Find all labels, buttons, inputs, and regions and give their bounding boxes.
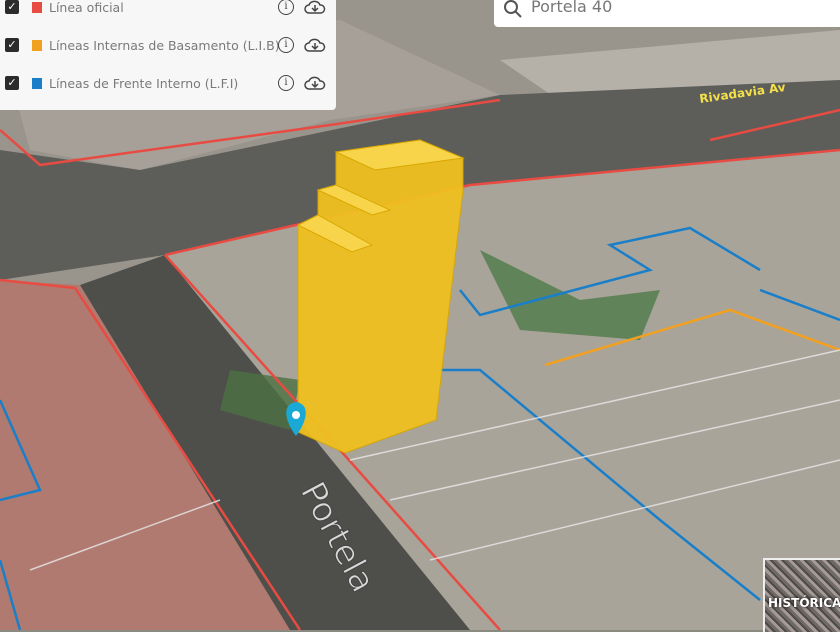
cloud-download-icon[interactable] [304,0,326,15]
layer-row-lib: ✓ Líneas Internas de Basamento (L.I.B) i [0,33,336,57]
layer-color-swatch [32,1,42,13]
info-icon[interactable]: i [278,0,294,15]
layer-checkbox[interactable]: ✓ [5,0,19,14]
search-bar [494,0,840,27]
layer-label: Línea oficial [49,0,124,15]
layer-color-swatch [32,39,42,51]
layer-row-lfi: ✓ Líneas de Frente Interno (L.F.I) i [0,71,336,95]
search-input[interactable] [529,0,823,17]
cloud-download-icon[interactable] [304,37,326,53]
cloud-download-icon[interactable] [304,75,326,91]
basemap-toggle-label: HISTÓRICA [768,596,840,610]
layer-checkbox[interactable]: ✓ [5,38,19,52]
layer-label: Líneas Internas de Basamento (L.I.B) [49,37,280,53]
layer-color-swatch [32,77,42,89]
layers-panel: ✓ Línea oficial i ✓ Líneas Internas de B… [0,0,336,110]
layer-row-linea-oficial: ✓ Línea oficial i [0,0,336,19]
info-icon[interactable]: i [278,37,294,53]
basemap-toggle-historica[interactable]: HISTÓRICA [763,558,840,632]
info-icon[interactable]: i [278,75,294,91]
layer-label: Líneas de Frente Interno (L.F.I) [49,75,239,91]
layer-checkbox[interactable]: ✓ [5,76,19,90]
search-icon[interactable] [502,0,524,20]
